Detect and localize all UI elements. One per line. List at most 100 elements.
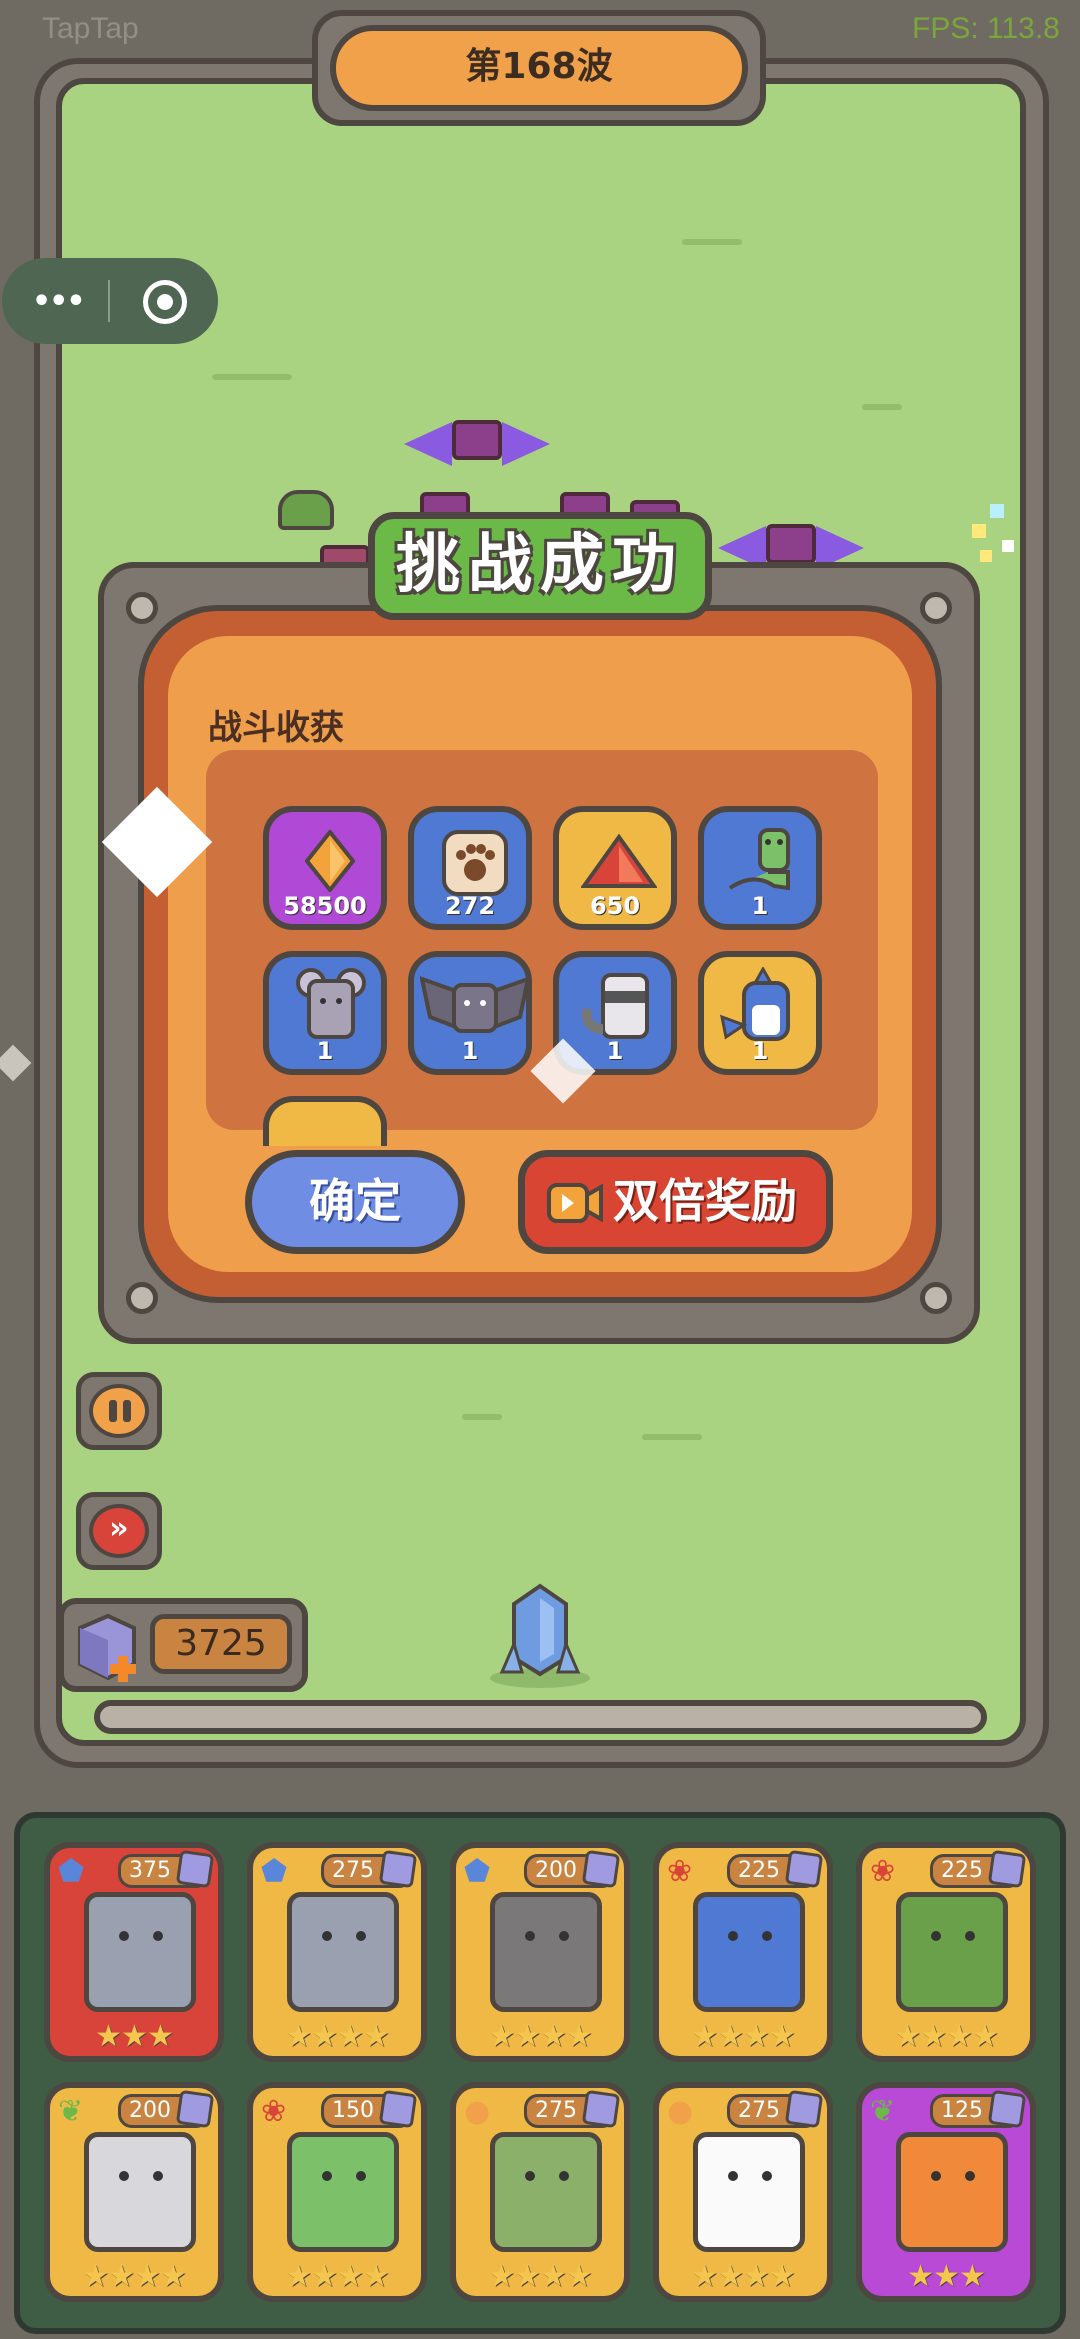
bat-icon [420,976,526,1033]
cube-cost-icon [784,2089,824,2129]
unit-card-hippo[interactable]: ⬟ 200 ★★★★ [450,1842,630,2062]
loot-item: 1 [408,951,532,1075]
bubble-type-icon: ● [667,2094,694,2129]
cube-cost-icon [784,1849,824,1889]
star-rating: ★★★★ [285,2019,390,2054]
loot-label: 战斗收获 [208,708,344,748]
loot-count: 1 [751,892,769,920]
eye [119,1931,129,1941]
bat-enemy [404,412,550,476]
unit-card-rabbit[interactable]: ● 275 ★★★★ [653,2082,833,2302]
shark-icon [720,967,790,1041]
eye [965,2171,975,2181]
close-target-icon[interactable] [143,280,187,324]
loot-count: 1 [461,1037,479,1065]
cube-cost-icon [581,2089,621,2129]
speed-button[interactable]: » [76,1492,162,1570]
wave-indicator: 第168波 [330,25,748,111]
pause-bar [123,1400,131,1422]
cube-cost-icon [378,2089,418,2129]
rabbit-icon [693,2132,805,2252]
confetti-piece [990,504,1004,518]
star-rating: ★★★★ [894,2019,999,2054]
fps-counter: FPS: 113.8 [912,12,1060,45]
eye [728,2171,738,2181]
eye [965,1931,975,1941]
pause-bar [109,1400,117,1422]
unit-card-frog[interactable]: ❀ 225 ★★★★ [856,1842,1036,2062]
loot-item: 1 [263,951,387,1075]
capsule-divider [108,280,110,322]
enemy-body [452,420,502,460]
more-icon[interactable]: ••• [32,284,86,319]
double-reward-button[interactable]: 双倍奖励 [518,1150,833,1254]
paw-type-icon: ❀ [261,2094,287,2129]
eye [322,1931,332,1941]
star-rating: ★★★★ [488,2259,593,2294]
bat-wing-left [404,422,452,466]
orange-crystal-icon [305,830,355,892]
eye [153,2171,163,2181]
eye [322,2171,332,2181]
confetti-piece [972,524,986,538]
mini-program-capsule[interactable]: ••• [2,258,218,344]
grass-mark [642,1434,702,1440]
unit-card-snow-leopard[interactable]: ❦ 200 ★★★★ [44,2082,224,2302]
paw-type-icon: ❀ [870,1854,896,1889]
leaf-type-icon: ❦ [870,2094,896,2129]
eye [525,1931,535,1941]
purple-cube-plus-icon [78,1613,136,1682]
eye [728,1931,738,1941]
bubble-type-icon: ● [464,2094,491,2129]
dialog-title: 挑战成功 [368,512,712,620]
eye [119,2171,129,2181]
blue-crystal-base [490,1583,590,1688]
screw-icon [920,1282,952,1314]
screw-icon [126,1282,158,1314]
star-rating: ★★★★ [285,2259,390,2294]
eye [559,1931,569,1941]
shield-type-icon: ⬟ [464,1854,491,1889]
star-rating: ★★★★ [691,2259,796,2294]
wave-progress-bar [94,1700,987,1734]
unit-card-mammoth-dragon[interactable]: ⬟ 375 ★★★ [44,1842,224,2062]
snake-icon [728,828,790,891]
star-rating: ★★★ [907,2259,986,2294]
unit-card-elephant[interactable]: ⬟ 275 ★★★★ [247,1842,427,2062]
shield-type-icon: ⬟ [261,1854,288,1889]
confirm-button[interactable]: 确定 [245,1150,465,1254]
loot-item: 650 [553,806,677,930]
cat-icon [896,2132,1008,2252]
loot-item: 58500 [263,806,387,930]
loot-count: 1 [316,1037,334,1065]
paw-scroll-icon [442,830,508,896]
hippo-icon [490,1892,602,2012]
loot-count: 58500 [283,892,367,920]
loot-count: 272 [444,892,496,920]
confetti-piece [1002,540,1014,552]
eye [931,1931,941,1941]
eye [931,2171,941,2181]
star-rating: ★★★ [95,2019,174,2054]
gem-count: 3725 [150,1614,292,1674]
mouse-icon [296,968,366,1039]
unit-card-cat[interactable]: ❦ 125 ★★★ [856,2082,1036,2302]
unit-card-shark[interactable]: ❀ 225 ★★★★ [653,1842,833,2062]
loot-count: 650 [589,892,641,920]
cube-cost-icon [987,2089,1027,2129]
eye [762,2171,772,2181]
pause-button[interactable] [76,1372,162,1450]
unit-card-frog-head[interactable]: ❀ 150 ★★★★ [247,2082,427,2302]
cube-cost-icon [378,1849,418,1889]
loot-item: 1 [698,806,822,930]
app-name: TapTap [42,12,139,45]
confetti-piece [980,550,992,562]
grass-mark [462,1414,502,1420]
eye [153,1931,163,1941]
cube-cost-icon [987,1849,1027,1889]
red-triangle-shard-icon [581,834,657,888]
unit-card-dragon[interactable]: ● 275 ★★★★ [450,2082,630,2302]
frog-head-icon [287,2132,399,2252]
loot-item-partial [263,1096,387,1146]
shield-type-icon: ⬟ [58,1854,85,1889]
